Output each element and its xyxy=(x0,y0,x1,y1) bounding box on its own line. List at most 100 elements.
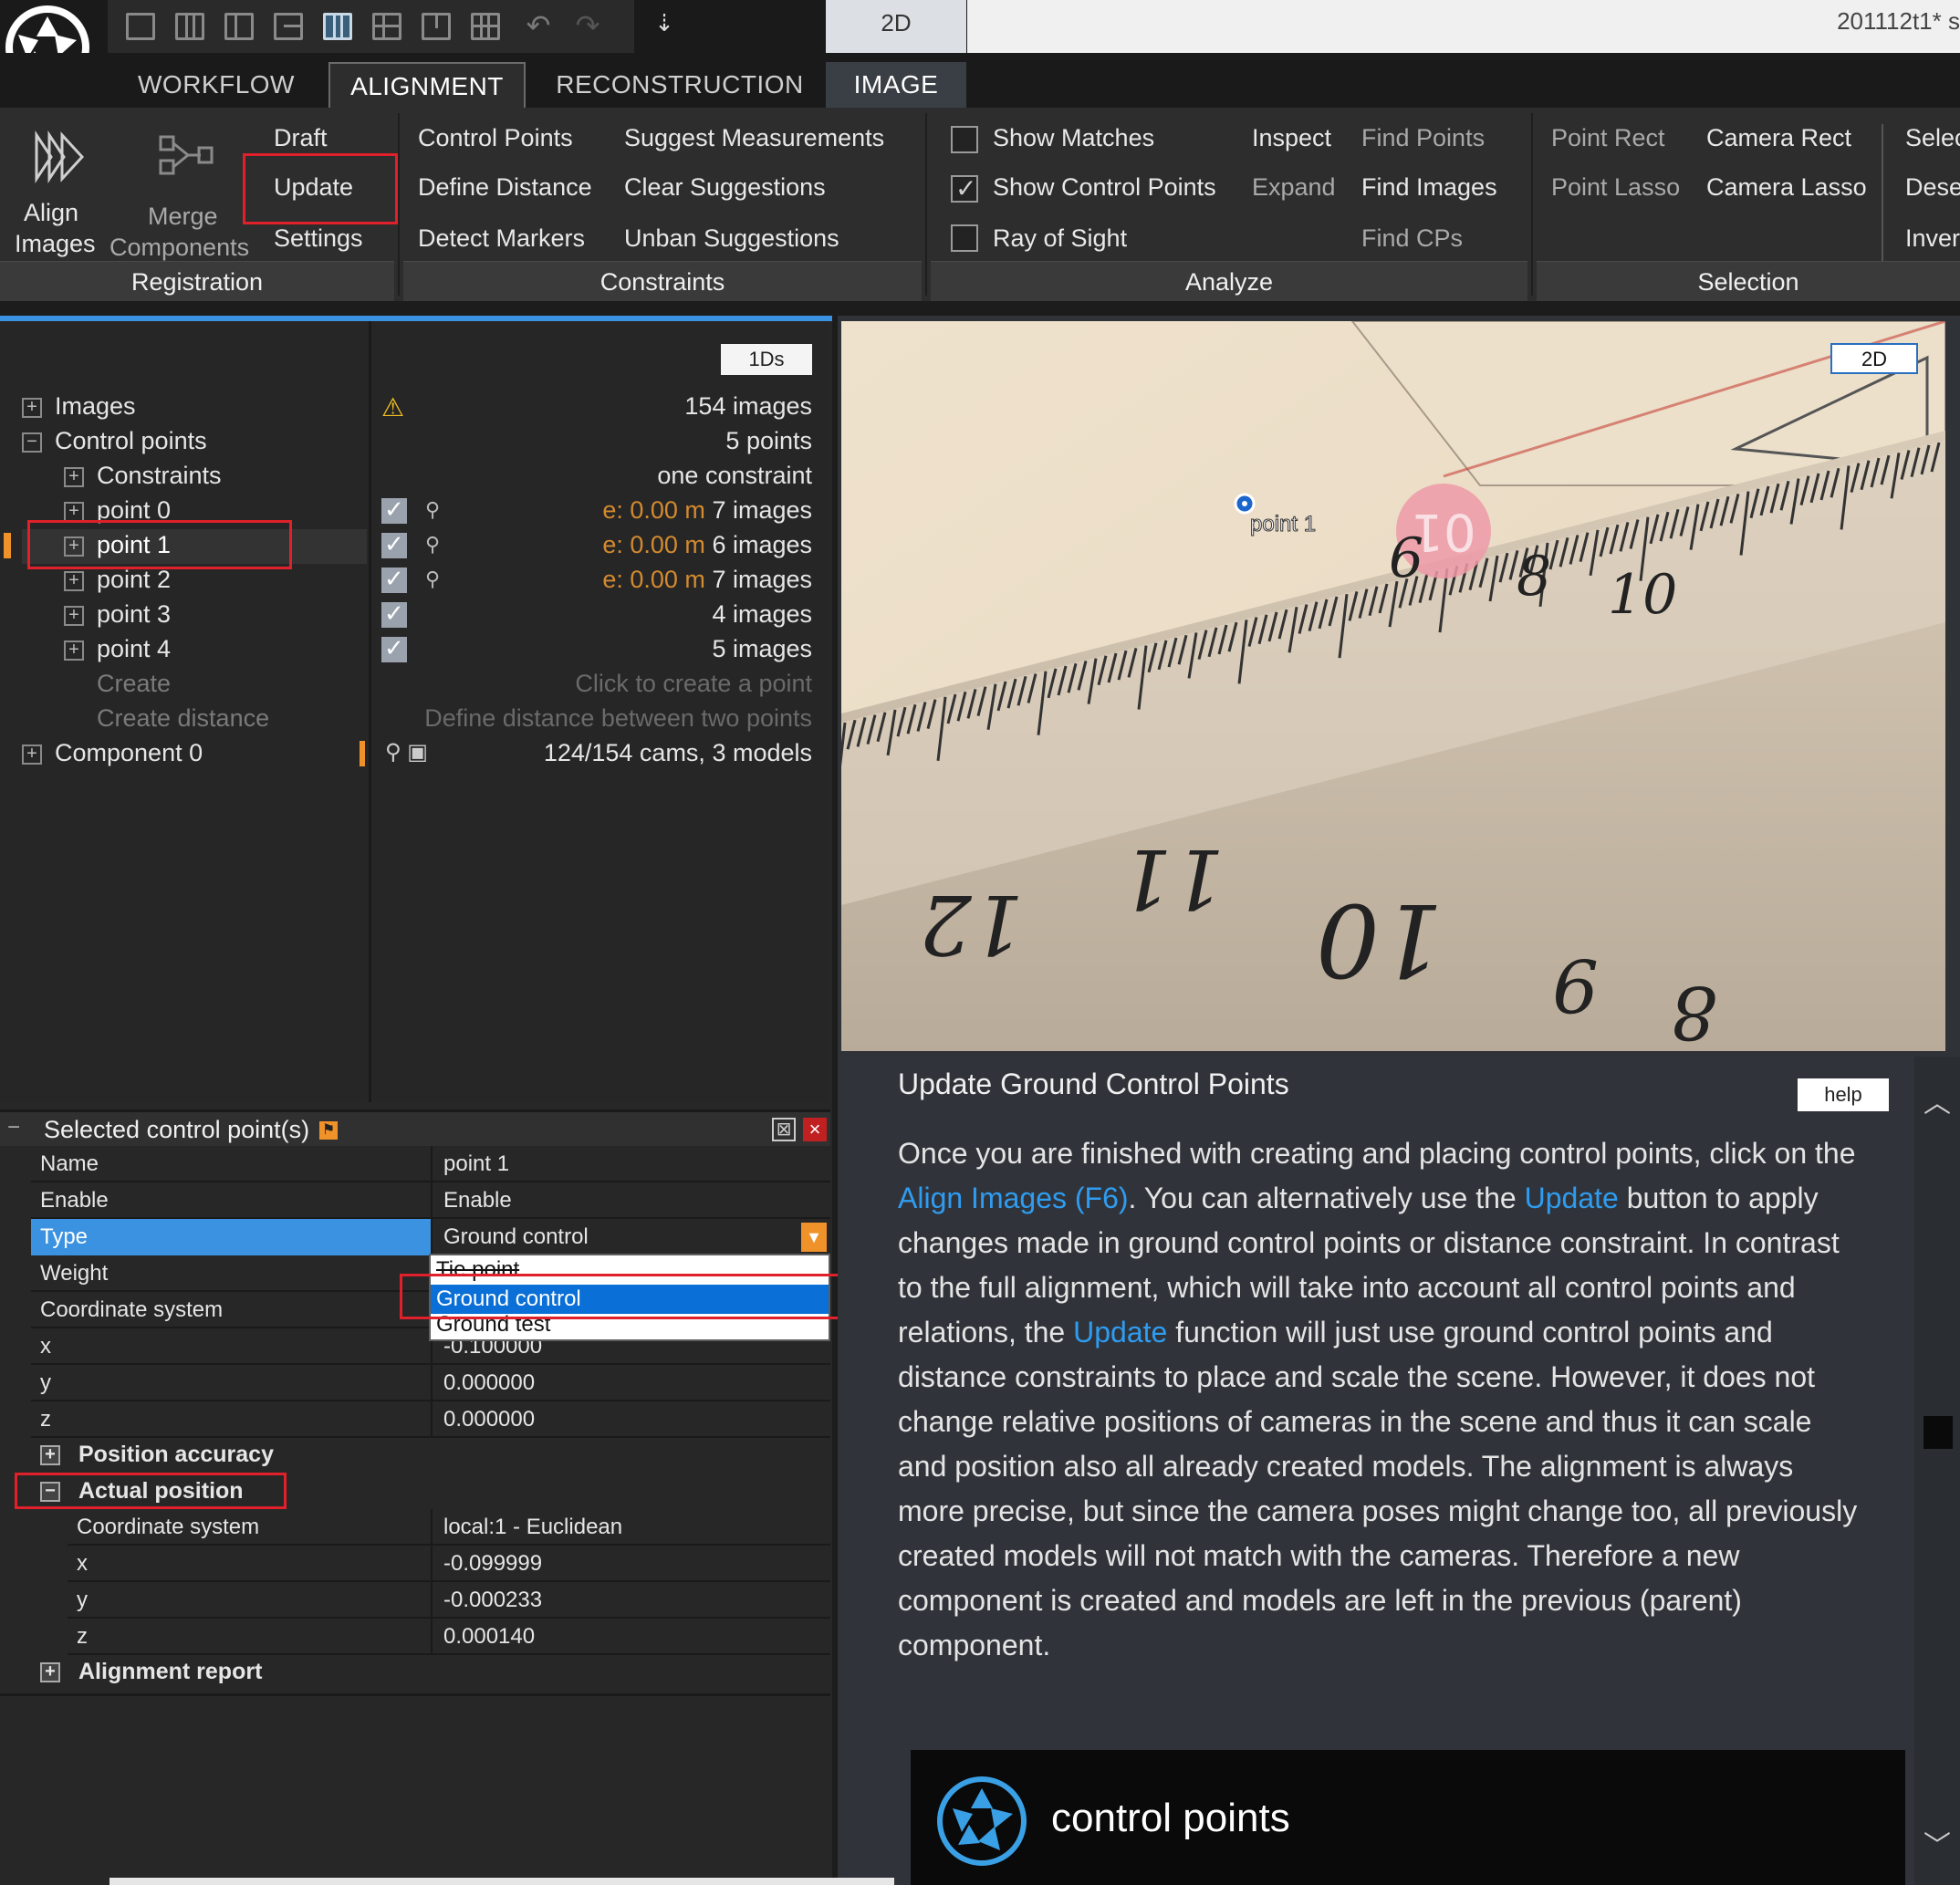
tree-point-4[interactable]: point 4 xyxy=(97,635,171,663)
layout-nine-grid-icon[interactable] xyxy=(471,13,500,40)
align-images-label-1[interactable]: Align xyxy=(24,199,78,227)
expand-button[interactable]: Expand xyxy=(1252,173,1336,202)
merge-components-label-2[interactable]: Components xyxy=(109,234,249,262)
registration-group-title: Registration xyxy=(0,261,394,301)
image-viewer[interactable]: 01 6 8 10 12 11 10 9 8 point 1 xyxy=(841,321,1945,1051)
point-2-checkbox[interactable] xyxy=(381,565,407,593)
scroll-up-icon[interactable]: ︿ xyxy=(1924,1080,1951,1120)
position-accuracy-section[interactable]: + Position accuracy xyxy=(40,1442,274,1468)
draft-button[interactable]: Draft xyxy=(274,124,328,152)
pin-panel-icon[interactable]: ⚑ xyxy=(319,1121,338,1140)
point-0-checkbox[interactable] xyxy=(381,495,407,524)
camera-rect-button[interactable]: Camera Rect xyxy=(1706,124,1851,152)
tab-reconstruction[interactable]: RECONSTRUCTION xyxy=(538,62,821,108)
align-images-label-2[interactable]: Images xyxy=(15,230,96,258)
show-control-points-label[interactable]: Show Control Points xyxy=(993,173,1216,202)
expand-icon[interactable]: + xyxy=(40,1445,60,1466)
layout-single-icon[interactable] xyxy=(126,13,155,40)
expand-component-icon[interactable]: + xyxy=(22,745,42,765)
prop-z-value[interactable]: 0.000000 xyxy=(434,1401,830,1438)
layout-grid-icon[interactable] xyxy=(372,13,401,40)
help-scrollbar[interactable]: ︿ ﹀ xyxy=(1914,1057,1960,1885)
detect-markers-button[interactable]: Detect Markers xyxy=(418,224,585,253)
inspect-button[interactable]: Inspect xyxy=(1252,124,1331,152)
point-3-checkbox[interactable] xyxy=(381,599,407,628)
scrollbar-thumb[interactable] xyxy=(1924,1416,1953,1449)
tree-constraints[interactable]: Constraints xyxy=(97,462,222,490)
redo-icon[interactable]: ↷ xyxy=(571,9,604,42)
viewer-2d-button[interactable]: 2D xyxy=(1830,343,1918,374)
alignment-report-section[interactable]: + Alignment report xyxy=(40,1659,262,1685)
tree-point-2[interactable]: point 2 xyxy=(97,566,171,594)
prop-enable-value[interactable]: Enable xyxy=(434,1182,830,1219)
chevron-down-icon[interactable]: ▼ xyxy=(801,1223,827,1252)
1ds-button[interactable]: 1Ds xyxy=(721,344,812,375)
tree-component-0[interactable]: Component 0 xyxy=(55,739,203,767)
view-tab-2d[interactable]: 2D xyxy=(826,0,966,53)
clear-suggestions-button[interactable]: Clear Suggestions xyxy=(624,173,826,202)
layout-left-split-icon[interactable] xyxy=(224,13,254,40)
ray-of-sight-checkbox[interactable] xyxy=(951,224,978,252)
find-cps-button[interactable]: Find CPs xyxy=(1361,224,1463,253)
suggest-measurements-button[interactable]: Suggest Measurements xyxy=(624,124,884,152)
collapse-icon[interactable]: − xyxy=(7,1117,29,1140)
expand-point-icon[interactable]: + xyxy=(64,502,84,522)
actual-y-value: -0.000233 xyxy=(443,1588,543,1612)
camera-lasso-button[interactable]: Camera Lasso xyxy=(1706,173,1867,202)
tab-image[interactable]: IMAGE xyxy=(826,62,966,108)
invert-button[interactable]: Inver xyxy=(1905,224,1960,253)
window-title: 201112t1* s xyxy=(1837,7,1960,35)
layout-two-columns-icon[interactable] xyxy=(175,13,204,40)
update-function-link[interactable]: Update xyxy=(1073,1316,1167,1349)
close-icon[interactable]: × xyxy=(803,1118,827,1141)
tab-alignment[interactable]: ALIGNMENT xyxy=(328,62,526,108)
float-panel-icon[interactable]: ⊠ xyxy=(772,1118,796,1141)
control-points-button[interactable]: Control Points xyxy=(418,124,573,152)
collapse-control-points-icon[interactable]: − xyxy=(22,432,42,453)
scroll-down-icon[interactable]: ﹀ xyxy=(1924,1823,1951,1863)
expand-point-icon[interactable]: + xyxy=(64,571,84,591)
point-1-checkbox[interactable] xyxy=(381,530,407,558)
merge-components-label-1[interactable]: Merge xyxy=(148,203,218,231)
tab-workflow[interactable]: WORKFLOW xyxy=(115,62,318,108)
show-control-points-checkbox[interactable] xyxy=(951,173,978,203)
expand-icon[interactable]: + xyxy=(40,1662,60,1683)
deselect-button[interactable]: Dese xyxy=(1905,173,1960,202)
find-points-button[interactable]: Find Points xyxy=(1361,124,1485,152)
undo-icon[interactable]: ↶ xyxy=(522,9,555,42)
settings-button[interactable]: Settings xyxy=(274,224,363,253)
align-images-link[interactable]: Align Images (F6) xyxy=(898,1182,1129,1214)
point-lasso-button[interactable]: Point Lasso xyxy=(1551,173,1680,202)
show-matches-label[interactable]: Show Matches xyxy=(993,124,1154,152)
component-pin-icon: ⚲ ▣ xyxy=(385,740,428,765)
tree-create-distance[interactable]: Create distance xyxy=(97,704,269,733)
update-link[interactable]: Update xyxy=(1525,1182,1619,1214)
tree-point-3[interactable]: point 3 xyxy=(97,600,171,629)
define-distance-button[interactable]: Define Distance xyxy=(418,173,592,202)
prop-y-value[interactable]: 0.000000 xyxy=(434,1365,830,1401)
show-matches-checkbox[interactable] xyxy=(951,126,978,153)
location-pin-icon: ⚲ xyxy=(425,568,441,590)
tree-images[interactable]: Images xyxy=(55,392,136,421)
layout-three-panel-icon[interactable] xyxy=(323,13,352,40)
selection-group: Point Rect Point Lasso Camera Rect Camer… xyxy=(1537,108,1960,301)
find-images-button[interactable]: Find Images xyxy=(1361,173,1497,202)
expand-point-icon[interactable]: + xyxy=(64,606,84,626)
ray-of-sight-label[interactable]: Ray of Sight xyxy=(993,224,1127,253)
help-button[interactable]: help xyxy=(1798,1078,1889,1111)
unban-suggestions-button[interactable]: Unban Suggestions xyxy=(624,224,839,253)
expand-constraints-icon[interactable]: + xyxy=(64,467,84,487)
layout-top-split-icon[interactable] xyxy=(422,13,451,40)
prop-name-value[interactable]: point 1 xyxy=(434,1146,830,1182)
expand-point-icon[interactable]: + xyxy=(64,640,84,661)
prop-type-select[interactable]: Ground control xyxy=(434,1219,830,1255)
layout-rows-icon[interactable] xyxy=(274,13,303,40)
tree-control-points[interactable]: Control points xyxy=(55,427,207,455)
select-button[interactable]: Selec xyxy=(1905,124,1960,152)
tree-create[interactable]: Create xyxy=(97,670,171,698)
point-rect-button[interactable]: Point Rect xyxy=(1551,124,1665,152)
point-4-checkbox[interactable] xyxy=(381,634,407,662)
quick-access-dropdown-icon[interactable]: ⇣ xyxy=(646,0,683,46)
expand-images-icon[interactable]: + xyxy=(22,398,42,418)
analyze-group: Show Matches Show Control Points Ray of … xyxy=(931,108,1533,301)
